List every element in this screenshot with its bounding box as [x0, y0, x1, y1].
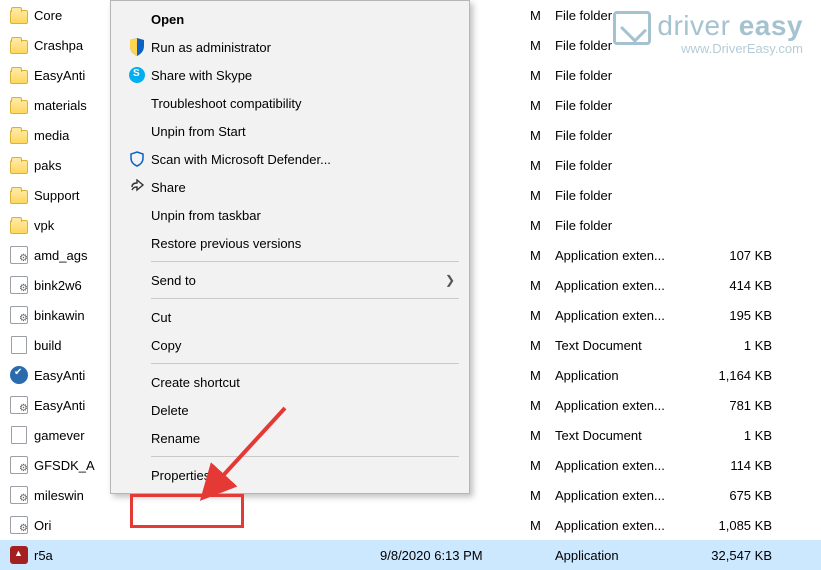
sys-icon	[8, 516, 30, 534]
menu-restore-versions[interactable]: Restore previous versions	[111, 229, 469, 257]
file-size: 1,085 KB	[690, 518, 790, 533]
folder-icon	[8, 128, 30, 142]
folder-icon	[8, 188, 30, 202]
submenu-chevron-icon: ❯	[441, 273, 455, 287]
file-size: 1 KB	[690, 428, 790, 443]
file-date: 9/8/2020 6:13 PM	[380, 548, 555, 563]
file-size: 414 KB	[690, 278, 790, 293]
menu-restore-label: Restore previous versions	[151, 236, 455, 251]
menu-rename[interactable]: Rename	[111, 424, 469, 452]
sys-icon	[8, 486, 30, 504]
menu-open[interactable]: Open	[111, 5, 469, 33]
menu-unpin-start-label: Unpin from Start	[151, 124, 455, 139]
menu-separator	[151, 298, 459, 299]
defender-icon	[123, 151, 151, 167]
file-type: File folder	[555, 158, 690, 173]
folder-icon	[8, 38, 30, 52]
menu-copy-label: Copy	[151, 338, 455, 353]
file-size: 114 KB	[690, 458, 790, 473]
txt-icon	[8, 426, 30, 444]
file-row[interactable]: OriMApplication exten...1,085 KB	[0, 510, 821, 540]
menu-rename-label: Rename	[151, 431, 455, 446]
file-type: File folder	[555, 188, 690, 203]
menu-defender-label: Scan with Microsoft Defender...	[151, 152, 455, 167]
share-icon	[123, 179, 151, 195]
file-type: Application exten...	[555, 248, 690, 263]
file-type: Text Document	[555, 338, 690, 353]
skype-icon	[123, 67, 151, 83]
file-type: Application exten...	[555, 458, 690, 473]
exe-icon	[8, 546, 30, 564]
app-icon	[8, 366, 30, 384]
folder-icon	[8, 68, 30, 82]
menu-run-as-administrator[interactable]: Run as administrator	[111, 33, 469, 61]
file-name: Ori	[30, 518, 380, 533]
menu-troubleshoot[interactable]: Troubleshoot compatibility	[111, 89, 469, 117]
file-size: 675 KB	[690, 488, 790, 503]
sys-icon	[8, 456, 30, 474]
menu-properties[interactable]: Properties	[111, 461, 469, 489]
file-size: 195 KB	[690, 308, 790, 323]
file-row[interactable]: r5a9/8/2020 6:13 PMApplication32,547 KB	[0, 540, 821, 570]
file-type: Application exten...	[555, 308, 690, 323]
file-type: File folder	[555, 68, 690, 83]
menu-skype-label: Share with Skype	[151, 68, 455, 83]
file-type: Application	[555, 368, 690, 383]
menu-share-label: Share	[151, 180, 455, 195]
menu-properties-label: Properties	[151, 468, 455, 483]
menu-unpin-taskbar-label: Unpin from taskbar	[151, 208, 455, 223]
menu-separator	[151, 456, 459, 457]
menu-share-skype[interactable]: Share with Skype	[111, 61, 469, 89]
menu-sendto-label: Send to	[151, 273, 441, 288]
file-type: File folder	[555, 128, 690, 143]
txt-icon	[8, 336, 30, 354]
file-date: M	[380, 518, 555, 533]
folder-icon	[8, 158, 30, 172]
sys-icon	[8, 306, 30, 324]
file-type: File folder	[555, 218, 690, 233]
menu-create-shortcut[interactable]: Create shortcut	[111, 368, 469, 396]
file-size: 32,547 KB	[690, 548, 790, 563]
sys-icon	[8, 276, 30, 294]
menu-shortcut-label: Create shortcut	[151, 375, 455, 390]
menu-open-label: Open	[151, 12, 455, 27]
file-type: Application exten...	[555, 398, 690, 413]
menu-delete-label: Delete	[151, 403, 455, 418]
menu-separator	[151, 363, 459, 364]
menu-unpin-taskbar[interactable]: Unpin from taskbar	[111, 201, 469, 229]
menu-troubleshoot-label: Troubleshoot compatibility	[151, 96, 455, 111]
menu-share[interactable]: Share	[111, 173, 469, 201]
menu-cut-label: Cut	[151, 310, 455, 325]
file-type: Application exten...	[555, 518, 690, 533]
file-size: 781 KB	[690, 398, 790, 413]
file-name: r5a	[30, 548, 380, 563]
file-size: 1 KB	[690, 338, 790, 353]
menu-separator	[151, 261, 459, 262]
menu-copy[interactable]: Copy	[111, 331, 469, 359]
menu-send-to[interactable]: Send to ❯	[111, 266, 469, 294]
menu-unpin-start[interactable]: Unpin from Start	[111, 117, 469, 145]
context-menu: Open Run as administrator Share with Sky…	[110, 0, 470, 494]
file-size: 107 KB	[690, 248, 790, 263]
file-type: File folder	[555, 8, 690, 23]
file-type: Application	[555, 548, 690, 563]
menu-cut[interactable]: Cut	[111, 303, 469, 331]
folder-icon	[8, 8, 30, 22]
file-type: Application exten...	[555, 488, 690, 503]
file-type: File folder	[555, 98, 690, 113]
folder-icon	[8, 218, 30, 232]
menu-delete[interactable]: Delete	[111, 396, 469, 424]
file-type: File folder	[555, 38, 690, 53]
menu-run-admin-label: Run as administrator	[151, 40, 455, 55]
sys-icon	[8, 246, 30, 264]
file-type: Application exten...	[555, 278, 690, 293]
menu-scan-defender[interactable]: Scan with Microsoft Defender...	[111, 145, 469, 173]
file-type: Text Document	[555, 428, 690, 443]
shield-icon	[123, 38, 151, 56]
folder-icon	[8, 98, 30, 112]
file-size: 1,164 KB	[690, 368, 790, 383]
sys-icon	[8, 396, 30, 414]
